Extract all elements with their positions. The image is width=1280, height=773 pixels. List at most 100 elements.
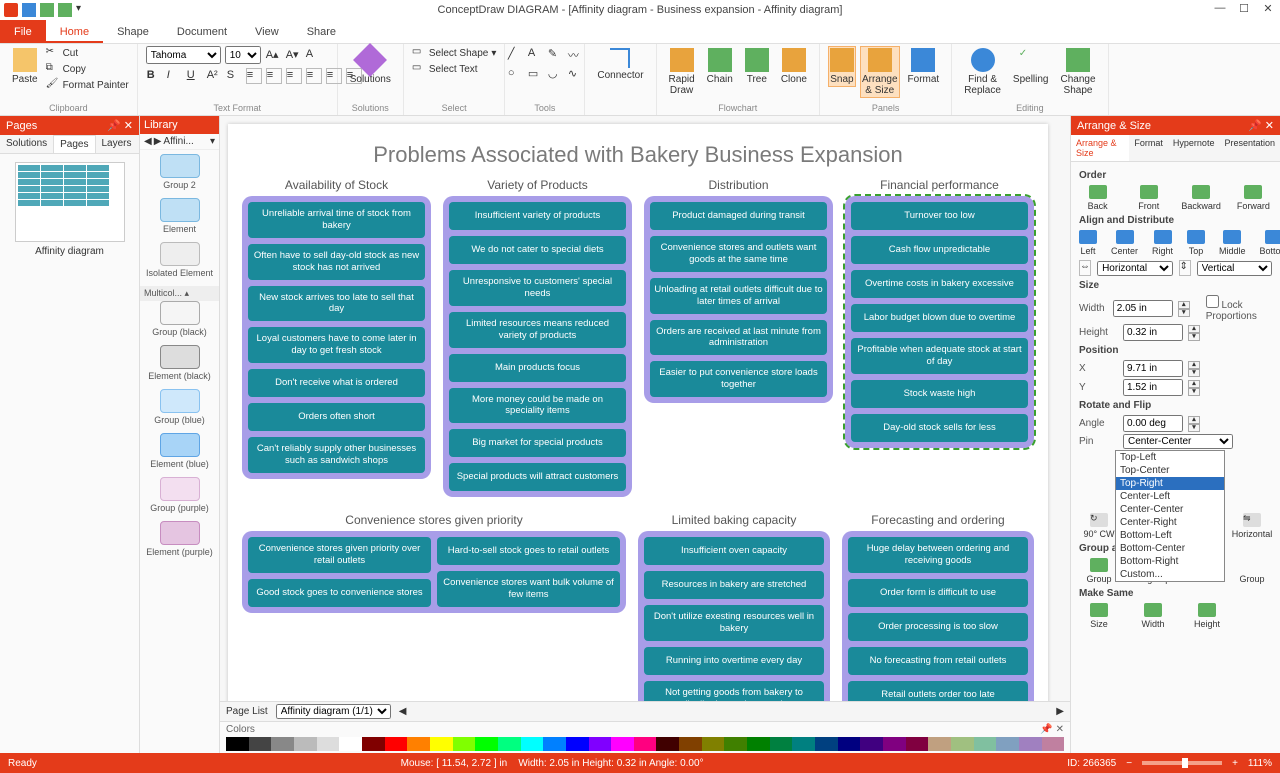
align-left-icon[interactable]: ≡ [246,68,262,84]
align-center-icon[interactable]: ≡ [266,68,282,84]
distribute-v-icon[interactable]: ⇕ [1179,260,1191,276]
color-swatch[interactable] [566,737,589,751]
zoom-slider[interactable] [1142,761,1222,765]
grow-font-icon[interactable]: A▴ [265,47,281,63]
affinity-group[interactable]: Huge delay between ordering and receivin… [842,531,1034,701]
color-swatch[interactable] [589,737,612,751]
lib-section-multicol[interactable]: Multicol... ▴ [140,286,219,301]
affinity-group[interactable]: Turnover too lowCash flow unpredictableO… [845,196,1034,448]
affinity-card[interactable]: Orders are received at last minute from … [650,320,827,356]
flip-horizontal-button[interactable]: ⇋Horizontal [1232,513,1272,539]
select-shape-button[interactable]: ▭Select Shape ▾ [412,46,497,60]
lib-item-element-black[interactable]: Element (black) [140,345,219,381]
pin-option[interactable]: Bottom-Right [1116,555,1224,568]
color-swatch[interactable] [906,737,929,751]
align-middle-button[interactable]: Middle [1219,230,1246,256]
text-tool-icon[interactable]: A [527,46,543,62]
color-swatch[interactable] [996,737,1019,751]
lib-nav-more-icon[interactable]: ▾ [210,136,215,147]
pencil-icon[interactable]: ✎ [547,46,563,62]
curve-tool-icon[interactable]: ∿ [567,66,583,82]
close-button[interactable]: ✕ [1260,2,1276,15]
affinity-card[interactable]: No forecasting from retail outlets [848,647,1028,675]
align-right-button[interactable]: Right [1152,230,1173,256]
qat-more-icon[interactable]: ▾ [76,3,90,17]
color-swatch[interactable] [770,737,793,751]
rtab-arrange[interactable]: Arrange & Size [1071,135,1129,161]
change-shape-button[interactable]: Change Shape [1057,46,1100,98]
font-size-select[interactable]: 10 [225,46,261,64]
affinity-group[interactable]: Product damaged during transitConvenienc… [644,196,833,403]
affinity-group[interactable]: Convenience stores given priority over r… [242,531,626,613]
color-swatch[interactable] [294,737,317,751]
color-swatch[interactable] [430,737,453,751]
affinity-group[interactable]: Unreliable arrival time of stock from ba… [242,196,431,479]
pin-option[interactable]: Top-Right [1116,477,1224,490]
arrange-pin-icon[interactable]: 📌 ✕ [1248,119,1274,132]
ellipse-tool-icon[interactable]: ○ [507,66,523,82]
x-input[interactable] [1123,360,1183,377]
same-width-button[interactable]: Width [1133,603,1173,629]
rtab-hypernote[interactable]: Hypernote [1168,135,1220,161]
spelling-button[interactable]: ✓Spelling [1009,46,1053,87]
select-text-button[interactable]: ▭Select Text [412,62,497,76]
order-forward-button[interactable]: Forward [1235,185,1272,211]
color-swatch[interactable] [521,737,544,751]
pages-pane-pin-icon[interactable]: 📌 ✕ [107,119,133,132]
line-tool-icon[interactable]: ╱ [507,46,523,62]
same-height-button[interactable]: Height [1187,603,1227,629]
height-input[interactable] [1123,324,1183,341]
clone-button[interactable]: Clone [777,46,811,87]
affinity-card[interactable]: New stock arrives too late to sell that … [248,286,425,322]
affinity-card[interactable]: Special products will attract customers [449,463,626,491]
color-swatch[interactable] [860,737,883,751]
freehand-icon[interactable]: 〰 [567,46,583,62]
color-swatch[interactable] [883,737,906,751]
color-swatches[interactable] [220,737,1070,751]
distribute-h-icon[interactable]: ⇔ [1079,260,1091,276]
tab-home[interactable]: Home [46,20,103,43]
distribute-v-select[interactable]: Vertical [1197,261,1272,276]
affinity-group[interactable]: Insufficient oven capacityResources in b… [638,531,830,701]
affinity-card[interactable]: Huge delay between ordering and receivin… [848,537,1028,573]
color-swatch[interactable] [385,737,408,751]
shrink-font-icon[interactable]: A▾ [285,47,301,63]
font-color-icon[interactable]: A [305,47,321,63]
lib-nav-prev-icon[interactable]: ◀ [144,136,152,147]
color-swatch[interactable] [453,737,476,751]
tab-shape[interactable]: Shape [103,20,163,43]
maximize-button[interactable]: ☐ [1236,2,1252,15]
chain-button[interactable]: Chain [703,46,737,87]
affinity-card[interactable]: Hard-to-sell stock goes to retail outlet… [437,537,620,565]
color-swatch[interactable] [747,737,770,751]
lock-proportions-checkbox[interactable] [1206,295,1219,308]
color-swatch[interactable] [951,737,974,751]
lib-item-element-blue[interactable]: Element (blue) [140,433,219,469]
color-swatch[interactable] [1042,737,1065,751]
color-swatch[interactable] [792,737,815,751]
rect-tool-icon[interactable]: ▭ [527,66,543,82]
affinity-card[interactable]: Good stock goes to convenience stores [248,579,431,607]
color-swatch[interactable] [1019,737,1042,751]
page-list-select[interactable]: Affinity diagram (1/1) [276,704,391,719]
pages-tab-pages[interactable]: Pages [53,135,95,153]
color-swatch[interactable] [226,737,249,751]
superscript-icon[interactable]: A² [206,68,222,84]
affinity-card[interactable]: Big market for special products [449,429,626,457]
affinity-card[interactable]: Don't utilize exesting resources well in… [644,605,824,641]
color-swatch[interactable] [702,737,725,751]
save-icon[interactable] [22,3,36,17]
color-swatch[interactable] [838,737,861,751]
align-top-button[interactable]: Top [1187,230,1205,256]
affinity-card[interactable]: Not getting goods from bakery to distrib… [644,681,824,701]
color-swatch[interactable] [611,737,634,751]
snap-button[interactable]: Snap [828,46,856,87]
affinity-card[interactable]: Running into overtime every day [644,647,824,675]
pin-option[interactable]: Center-Center [1116,503,1224,516]
color-swatch[interactable] [974,737,997,751]
color-swatch[interactable] [339,737,362,751]
page-thumbnail[interactable]: Affinity diagram [15,162,125,257]
tab-share[interactable]: Share [293,20,350,43]
color-swatch[interactable] [362,737,385,751]
arc-tool-icon[interactable]: ◡ [547,66,563,82]
